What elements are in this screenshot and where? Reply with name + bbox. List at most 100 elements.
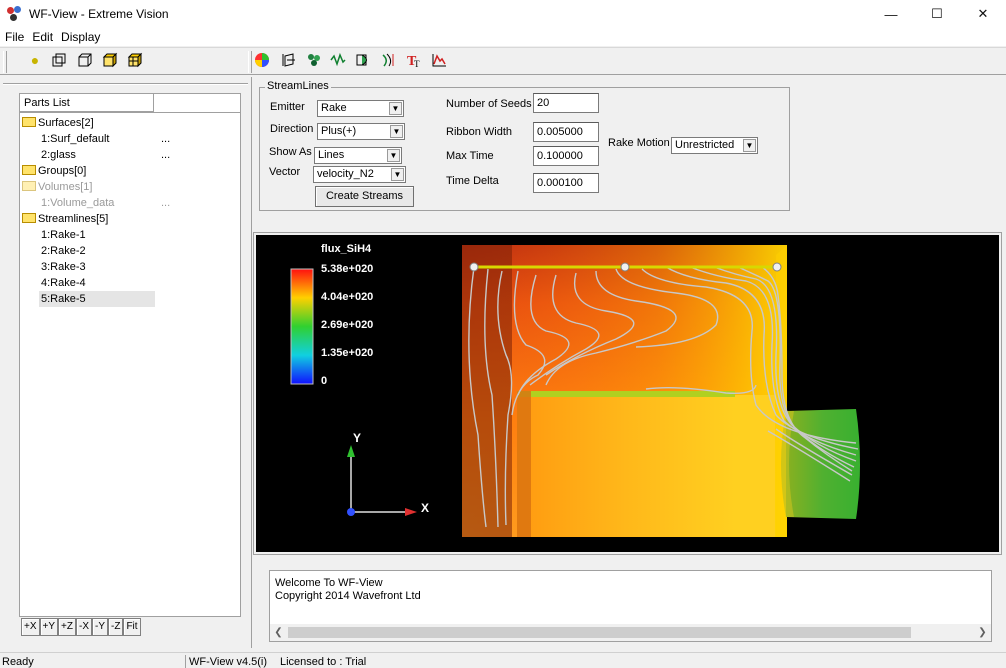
tree-item-rake-3[interactable]: 3:Rake-3 — [41, 259, 86, 275]
tree-item-streamlines[interactable]: Streamlines[5] — [22, 211, 108, 227]
menu-file[interactable]: File — [1, 30, 28, 44]
tree-item-surfaces[interactable]: Surfaces[2] — [22, 115, 94, 131]
streamlines-legend: StreamLines — [265, 80, 331, 92]
max-time-label: Max Time — [446, 150, 494, 162]
view-plus-z-button[interactable]: +Z — [58, 618, 76, 636]
maximize-button[interactable]: ☐ — [914, 0, 960, 28]
app-logo-icon — [7, 6, 23, 22]
view-fit-button[interactable]: Fit — [123, 618, 141, 636]
lightbulb-icon[interactable]: ● — [27, 52, 43, 68]
time-delta-input[interactable]: 0.000100 — [533, 173, 599, 193]
ribbon-width-input[interactable]: 0.005000 — [533, 122, 599, 142]
chevron-down-icon: ▼ — [390, 125, 403, 138]
tree-item-rake-2[interactable]: 2:Rake-2 — [41, 243, 86, 259]
more-options-icon[interactable]: ... — [161, 195, 170, 211]
slice-plane-icon[interactable] — [280, 52, 296, 68]
folder-icon — [22, 165, 36, 175]
chevron-down-icon: ▼ — [389, 102, 402, 115]
colorbar-label: 1.35e+020 — [321, 347, 373, 359]
axis-triad: Y X — [347, 431, 429, 516]
folder-icon — [22, 213, 36, 223]
title-bar: WF-View - Extreme Vision — ☐ ✕ — [0, 0, 1006, 28]
folder-icon — [22, 181, 36, 191]
toolbar-grip-2[interactable] — [248, 51, 252, 73]
parts-list[interactable]: Parts List Surfaces[2] 1:Surf_default...… — [19, 93, 241, 617]
tree-item-glass[interactable]: 2:glass... — [41, 147, 170, 163]
more-options-icon[interactable]: ... — [161, 131, 170, 147]
axis-y-label: Y — [353, 431, 361, 445]
vector-arrows-icon[interactable] — [330, 52, 346, 68]
color-wheel-icon[interactable] — [254, 52, 270, 68]
scroll-thumb[interactable] — [288, 627, 911, 638]
axis-x-label: X — [421, 501, 429, 515]
colorbar-label: 0 — [321, 375, 327, 387]
iso-surface-icon[interactable] — [356, 52, 372, 68]
console-line: Copyright 2014 Wavefront Ltd — [275, 590, 421, 602]
text-tool-icon[interactable]: TT — [406, 52, 422, 69]
tree-item-rake-5[interactable]: 5:Rake-5 — [39, 291, 155, 307]
cube-perspective-icon[interactable] — [51, 52, 67, 68]
menu-bar: File Edit Display — [0, 28, 1006, 46]
more-options-icon[interactable]: ... — [161, 147, 170, 163]
vector-label: Vector — [269, 166, 301, 178]
tree-item-rake-1[interactable]: 1:Rake-1 — [41, 227, 86, 243]
toolbar: ● TT — [0, 47, 1006, 75]
minimize-button[interactable]: — — [868, 0, 914, 28]
view-minus-x-button[interactable]: -X — [75, 618, 92, 636]
create-streams-button[interactable]: Create Streams — [315, 186, 414, 207]
emitter-select[interactable]: Rake ▼ — [317, 100, 404, 117]
console-scrollbar[interactable]: ❮ ❯ — [270, 624, 991, 641]
view-plus-x-button[interactable]: +X — [21, 618, 40, 636]
menu-edit[interactable]: Edit — [28, 30, 57, 44]
close-button[interactable]: ✕ — [960, 0, 1006, 28]
toolbar-grip[interactable] — [3, 51, 7, 73]
colorbar-title: flux_SiH4 — [321, 243, 372, 255]
svg-text:T: T — [414, 59, 420, 68]
view-axis-buttons: +X +Y +Z -X -Y -Z Fit — [21, 618, 141, 636]
parts-list-header[interactable]: Parts List — [20, 94, 154, 112]
tree-item-surf-default[interactable]: 1:Surf_default... — [41, 131, 170, 147]
colorbar-label: 2.69e+020 — [321, 319, 373, 331]
console-line: Welcome To WF-View — [275, 577, 383, 589]
seeds-label: Number of Seeds — [446, 98, 532, 110]
tree-item-rake-4[interactable]: 4:Rake-4 — [41, 275, 86, 291]
folder-icon — [22, 117, 36, 127]
max-time-input[interactable]: 0.100000 — [533, 146, 599, 166]
view-minus-y-button[interactable]: -Y — [91, 618, 108, 636]
showas-select[interactable]: Lines ▼ — [314, 147, 402, 164]
console-output[interactable]: Welcome To WF-View Copyright 2014 Wavefr… — [269, 570, 992, 642]
rake-motion-select[interactable]: Unrestricted ▼ — [671, 137, 758, 154]
cube-solid-icon[interactable] — [102, 52, 118, 68]
render-viewport[interactable]: flux_SiH4 5.38e+020 4.04e+020 2.69e+020 … — [256, 235, 999, 552]
streamline-icon[interactable] — [381, 52, 397, 68]
left-panel: Parts List Surfaces[2] 1:Surf_default...… — [0, 77, 252, 648]
colorbar-label: 5.38e+020 — [321, 263, 373, 275]
direction-label: Direction — [270, 123, 314, 135]
particles-icon[interactable] — [306, 52, 322, 68]
render-scene: flux_SiH4 5.38e+020 4.04e+020 2.69e+020 … — [290, 243, 860, 537]
line-graph-icon[interactable] — [431, 52, 447, 68]
status-version: WF-View v4.5(i) — [185, 655, 267, 668]
rake-motion-label: Rake Motion — [608, 137, 670, 149]
menu-display[interactable]: Display — [57, 30, 104, 44]
vector-select[interactable]: velocity_N2 ▼ — [313, 166, 406, 183]
status-license: Licensed to : Trial — [280, 656, 367, 668]
colorbar-label: 4.04e+020 — [321, 291, 373, 303]
inner-block-surface — [517, 391, 775, 537]
cube-mesh-icon[interactable] — [127, 52, 143, 68]
cube-wireframe-icon[interactable] — [77, 52, 93, 68]
seeds-input[interactable]: 20 — [533, 93, 599, 113]
status-ready: Ready — [2, 656, 34, 668]
status-bar: Ready WF-View v4.5(i) Licensed to : Tria… — [0, 652, 1006, 668]
tree-item-volumes[interactable]: Volumes[1] — [22, 179, 92, 195]
chevron-down-icon: ▼ — [743, 139, 756, 152]
tree-item-groups[interactable]: Groups[0] — [22, 163, 86, 179]
ribbon-width-label: Ribbon Width — [446, 126, 513, 138]
chevron-down-icon: ▼ — [387, 149, 400, 162]
direction-select[interactable]: Plus(+) ▼ — [317, 123, 405, 140]
view-plus-y-button[interactable]: +Y — [39, 618, 59, 636]
scroll-left-icon[interactable]: ❮ — [270, 624, 287, 641]
view-minus-z-button[interactable]: -Z — [107, 618, 124, 636]
scroll-right-icon[interactable]: ❯ — [974, 624, 991, 641]
tree-item-volume-data[interactable]: 1:Volume_data... — [41, 195, 170, 211]
